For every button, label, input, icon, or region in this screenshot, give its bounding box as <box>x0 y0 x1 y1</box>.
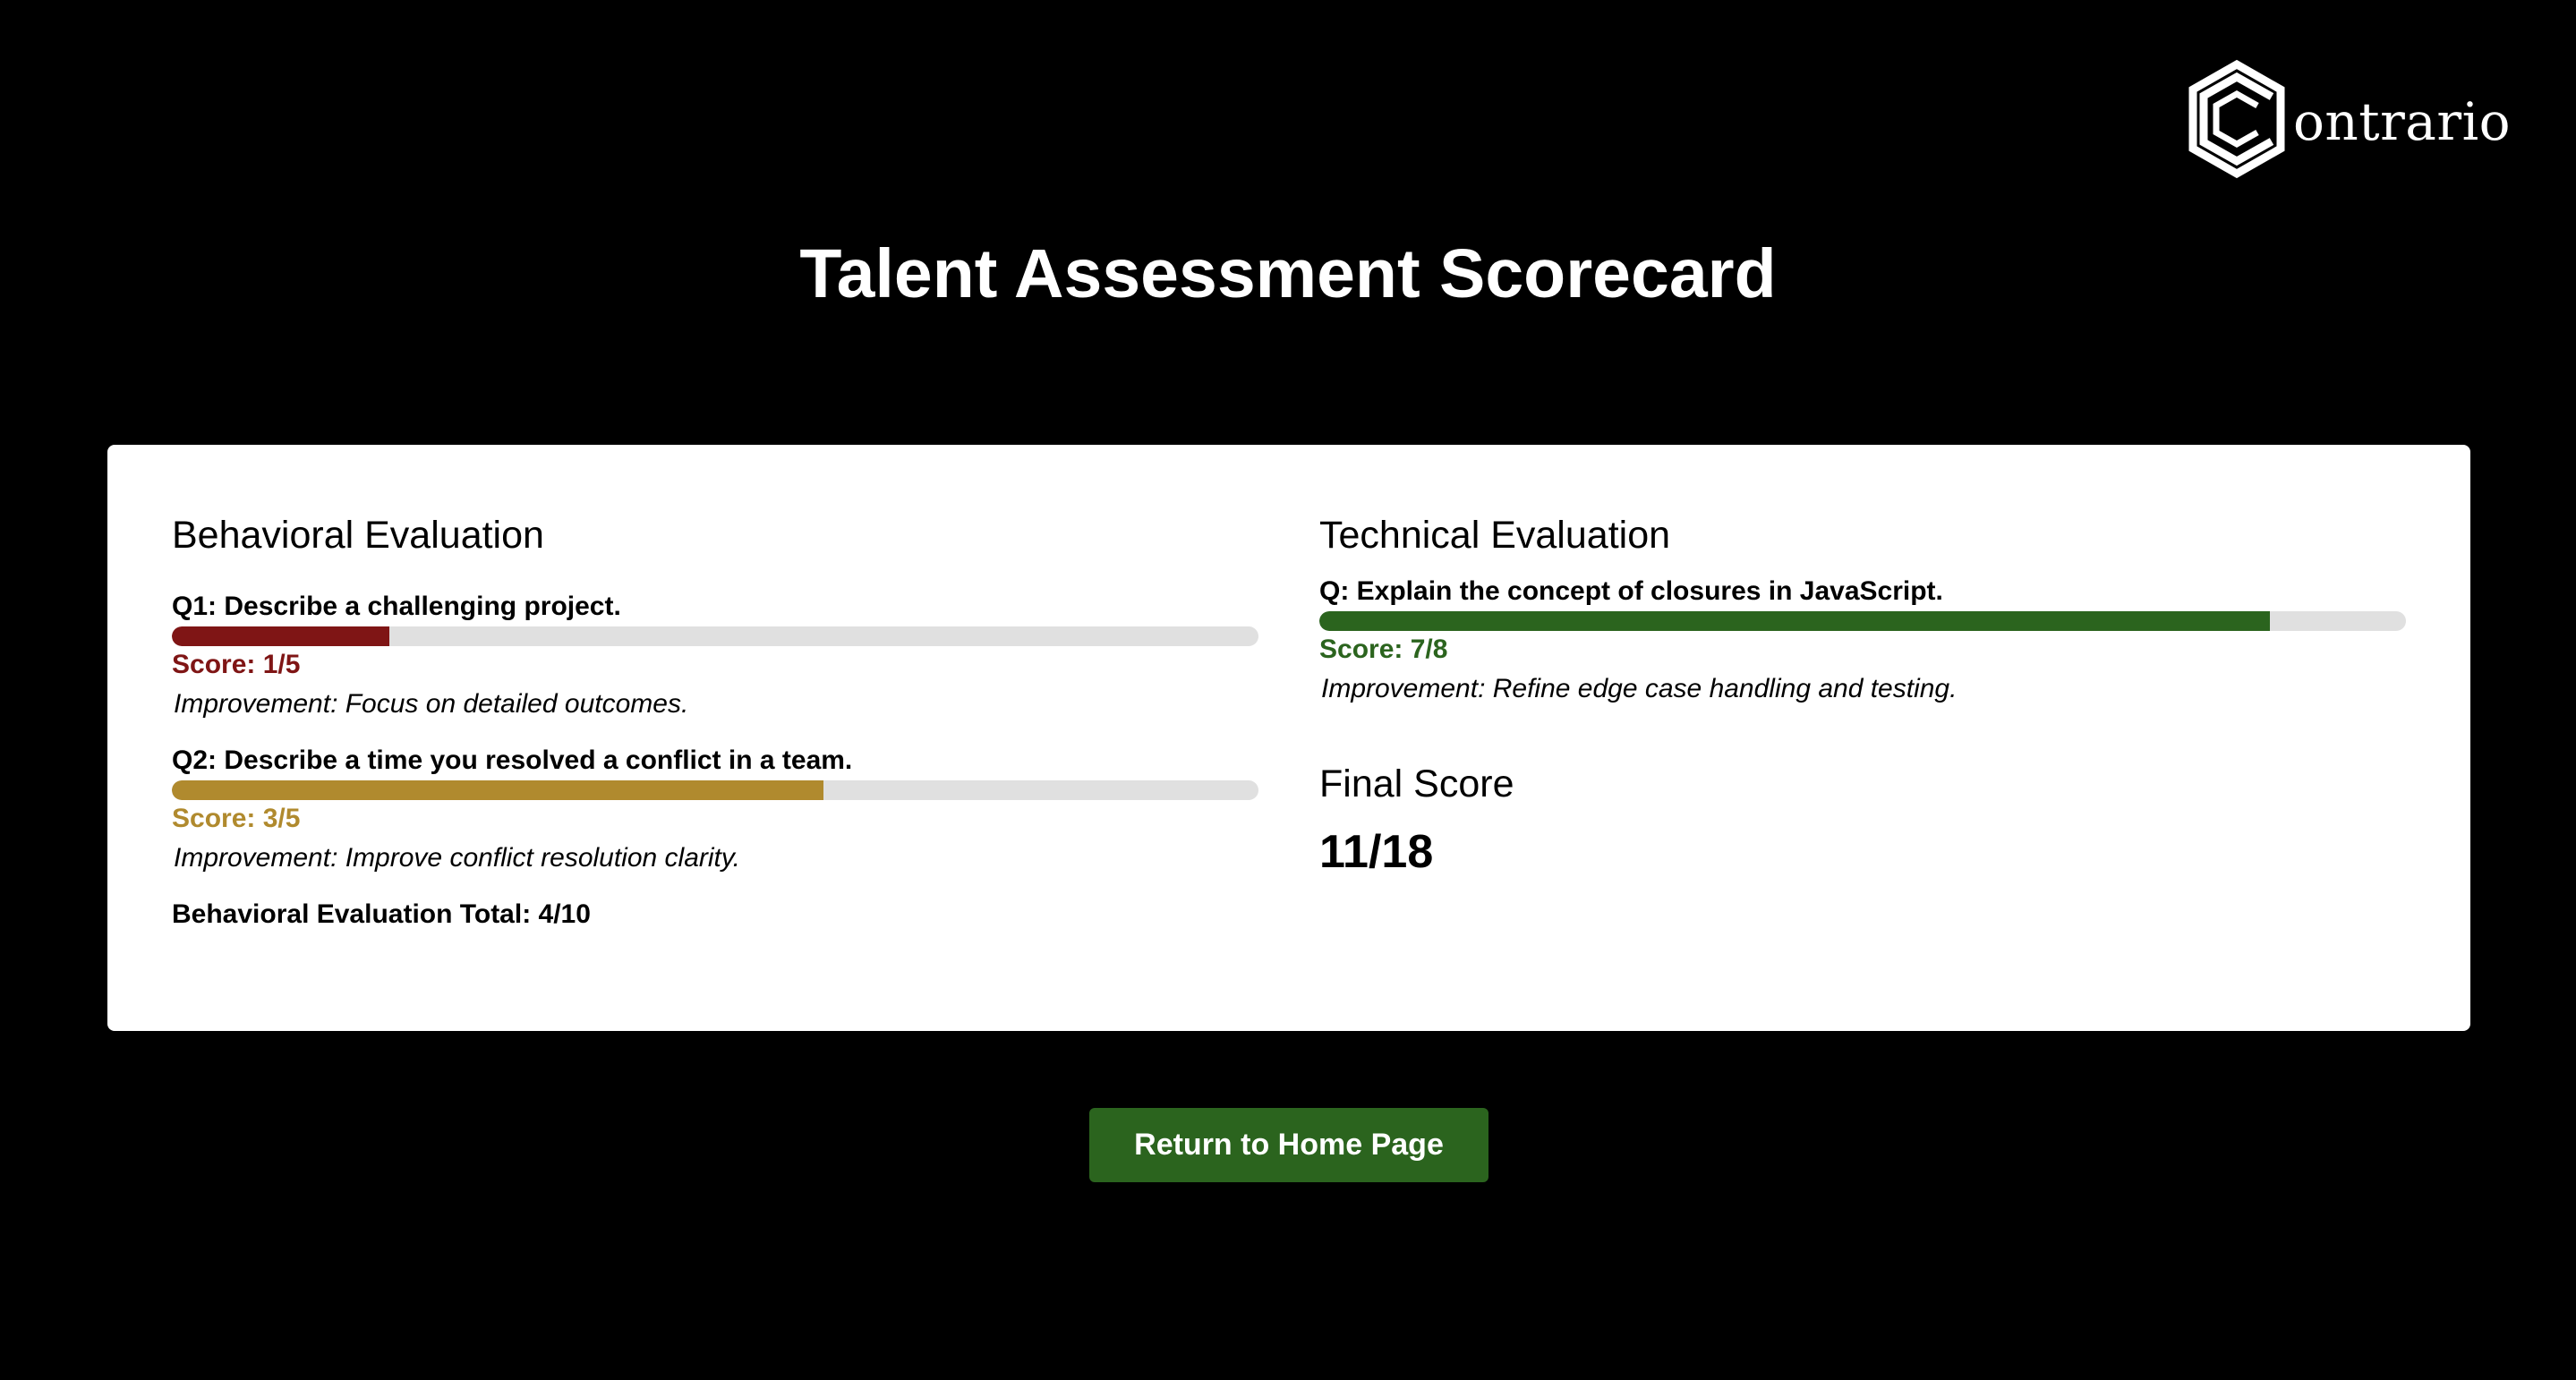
technical-question-text: Q: Explain the concept of closures in Ja… <box>1319 576 1943 606</box>
scorecard-page: ontrario Talent Assessment Scorecard Beh… <box>0 0 2576 1380</box>
behavioral-q2-progress-fill <box>172 780 824 800</box>
behavioral-q2-score: Score: 3/5 <box>172 804 301 833</box>
behavioral-q2-progress-track <box>172 780 1258 800</box>
final-score-label: Final Score <box>1319 762 1514 805</box>
behavioral-total: Behavioral Evaluation Total: 4/10 <box>172 899 591 929</box>
behavioral-q2-improvement: Improvement: Improve conflict resolution… <box>174 843 741 873</box>
page-title: Talent Assessment Scorecard <box>799 235 1777 312</box>
behavioral-q1-text: Q1: Describe a challenging project. <box>172 592 621 621</box>
behavioral-q1-progress-fill <box>172 626 389 646</box>
technical-title: Technical Evaluation <box>1319 514 1671 557</box>
behavioral-q1-improvement: Improvement: Focus on detailed outcomes. <box>174 689 689 719</box>
final-score-value: 11/18 <box>1319 826 1434 878</box>
technical-score: Score: 7/8 <box>1319 635 1448 664</box>
return-home-button[interactable]: Return to Home Page <box>1089 1108 1488 1182</box>
behavioral-q1-progress-track <box>172 626 1258 646</box>
technical-progress-fill <box>1319 611 2271 631</box>
logo-text: ontrario <box>2293 91 2512 152</box>
hexagon-c-logo-icon <box>2186 59 2288 179</box>
brand-logo[interactable]: ontrario <box>2186 59 2511 179</box>
behavioral-title: Behavioral Evaluation <box>172 514 544 557</box>
scorecard-card: Behavioral Evaluation Q1: Describe a cha… <box>107 445 2470 1031</box>
technical-improvement: Improvement: Refine edge case handling a… <box>1321 674 1958 703</box>
behavioral-q2-text: Q2: Describe a time you resolved a confl… <box>172 745 853 775</box>
behavioral-q1-score: Score: 1/5 <box>172 650 301 679</box>
technical-progress-track <box>1319 611 2406 631</box>
